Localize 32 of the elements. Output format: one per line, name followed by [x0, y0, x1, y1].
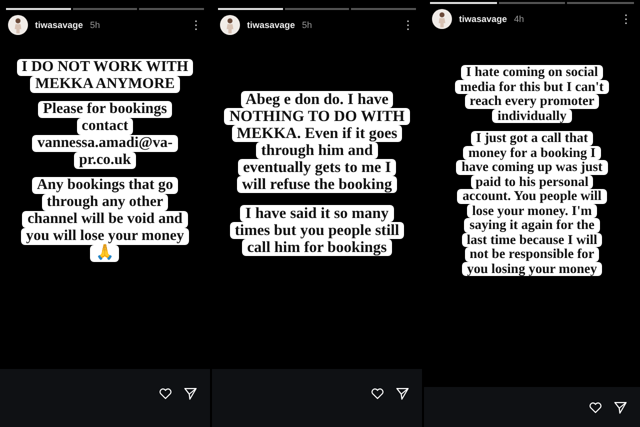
- sticker-text-line: you losing your money: [462, 262, 602, 276]
- heart-icon[interactable]: [370, 386, 385, 400]
- sticker-text-line: saying it again for the: [464, 218, 600, 232]
- sticker-text-line: account. You people will: [457, 189, 606, 204]
- username[interactable]: tiwasavage: [459, 14, 508, 24]
- more-menu-button[interactable]: ⋮: [190, 18, 202, 32]
- avatar[interactable]: [220, 15, 240, 35]
- more-menu-button[interactable]: ⋮: [402, 18, 414, 32]
- sticker-text-line: money for a booking I: [463, 146, 601, 160]
- sticker-text-line: have coming up was just: [456, 160, 608, 174]
- sticker-text-line: I hate coming on social: [460, 65, 603, 80]
- send-icon[interactable]: [613, 400, 628, 414]
- post-time: 5h: [302, 20, 312, 30]
- sticker-text-line: I just got a call that: [470, 131, 594, 146]
- sticker-text-line: paid to his personal: [470, 174, 594, 189]
- send-icon[interactable]: [183, 386, 198, 400]
- sticker-text-line: reach every promoter: [464, 94, 600, 108]
- sticker-text-line: media for this but I can't: [455, 80, 609, 94]
- post-time: 4h: [514, 14, 524, 24]
- post-time: 5h: [90, 20, 100, 30]
- heart-icon[interactable]: [588, 400, 603, 414]
- sticker-text-line: individually: [492, 108, 572, 123]
- avatar[interactable]: [8, 15, 28, 35]
- more-menu-button[interactable]: ⋮: [620, 12, 632, 26]
- sticker-text-line: lose your money. I'm: [467, 204, 597, 218]
- sticker-text-line: last time because I will: [462, 232, 602, 247]
- username[interactable]: tiwasavage: [247, 20, 296, 30]
- send-icon[interactable]: [395, 386, 410, 400]
- sticker-text-line: not be responsible for: [464, 247, 600, 262]
- avatar[interactable]: [432, 9, 452, 29]
- heart-icon[interactable]: [158, 386, 173, 400]
- username[interactable]: tiwasavage: [35, 20, 84, 30]
